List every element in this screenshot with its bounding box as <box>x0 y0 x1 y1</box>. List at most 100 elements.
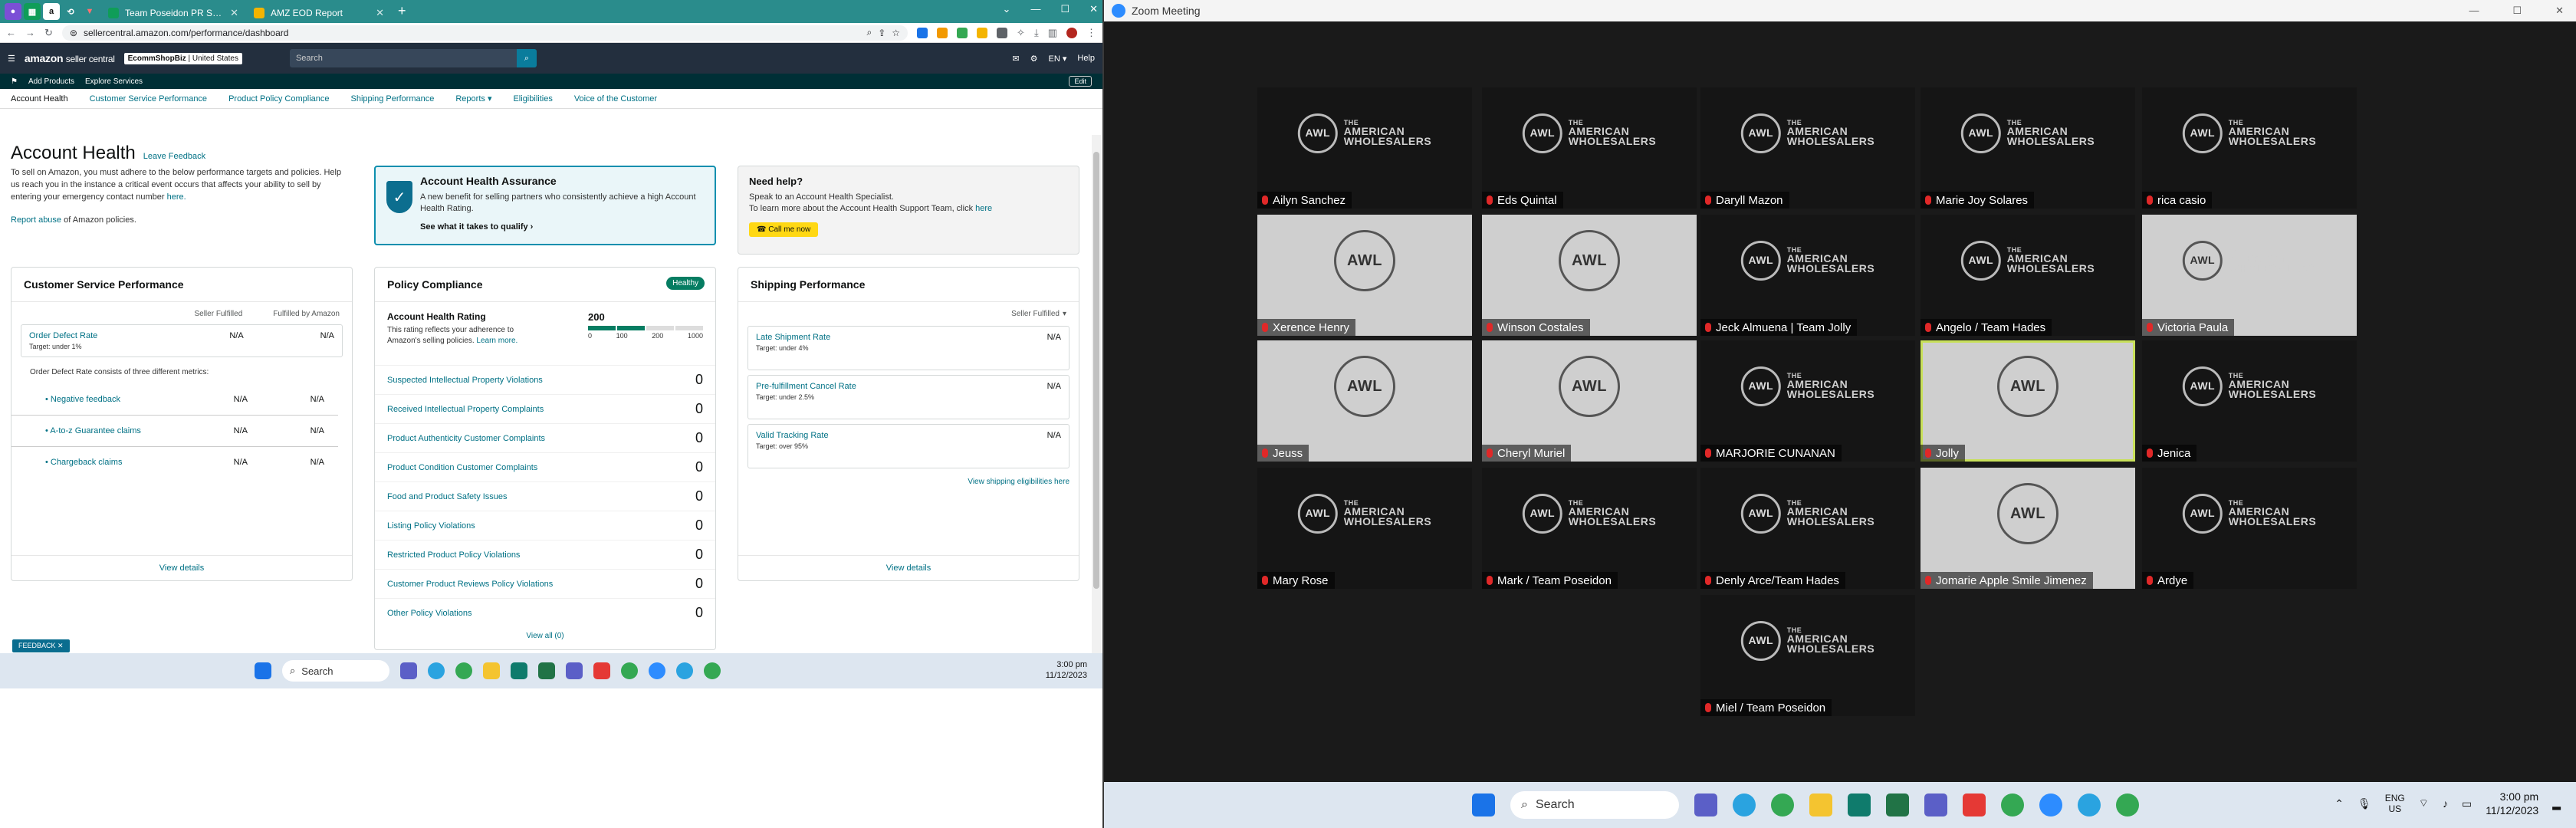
back-icon[interactable]: ← <box>6 27 16 38</box>
help-link[interactable]: Help <box>1077 54 1095 63</box>
app-icon[interactable] <box>593 662 610 679</box>
search-input[interactable]: Search ⌕ <box>289 49 537 67</box>
close-window-icon[interactable]: ✕ <box>1089 3 1098 15</box>
menu-icon[interactable]: ⋮ <box>1086 27 1096 39</box>
tab-shipping[interactable]: Shipping Performance <box>351 94 435 104</box>
file-explorer-icon[interactable] <box>1809 794 1832 816</box>
teams-icon[interactable] <box>566 662 583 679</box>
explore-services-link[interactable]: Explore Services <box>85 77 143 86</box>
add-products-link[interactable]: Add Products <box>28 77 74 86</box>
teams-icon[interactable] <box>1924 794 1947 816</box>
help-here-link[interactable]: here <box>975 204 992 213</box>
pre-fulfillment-cancel-rate-metric[interactable]: Pre-fulfillment Cancel Rate Target: under… <box>748 375 1070 419</box>
participant-tile[interactable]: AWL THE AMERICAN WHOLESALERS Miel / Team Pos… <box>1700 595 1915 716</box>
forward-icon[interactable]: → <box>25 27 35 38</box>
app-icon[interactable] <box>1886 794 1909 816</box>
search-icon[interactable]: ⌕ <box>516 49 537 67</box>
view-all-link[interactable]: View all (0) <box>375 627 715 645</box>
maximize-icon[interactable]: ☐ <box>1060 3 1070 15</box>
list-item-link[interactable]: • A-to-z Guarantee claims <box>45 426 171 435</box>
sheets-icon[interactable]: ▦ <box>24 3 41 20</box>
browser-tab-eod-report[interactable]: AMZ EOD Report ✕ <box>246 3 392 23</box>
gear-icon[interactable]: ⚙ <box>1030 54 1038 64</box>
chevron-up-icon[interactable]: ⌃ <box>2334 797 2344 810</box>
participant-tile[interactable]: AWL Jomarie Apple Smile Jimenez <box>1921 468 2135 589</box>
tab-product-policy[interactable]: Product Policy Compliance <box>228 94 329 104</box>
taskbar-search[interactable]: ⌕ Search <box>282 660 389 682</box>
mail-icon[interactable]: ✉ <box>1012 54 1019 64</box>
app-icon[interactable] <box>511 662 527 679</box>
violation-link[interactable]: Received Intellectual Property Complaint… <box>387 405 544 414</box>
minimize-icon[interactable]: — <box>2469 5 2479 17</box>
extension-icon[interactable] <box>937 27 948 38</box>
violation-link[interactable]: Other Policy Violations <box>387 609 472 618</box>
windows-start-icon[interactable] <box>255 662 271 679</box>
downloads-icon[interactable]: ⤓ <box>1034 27 1039 39</box>
participant-tile[interactable]: AWL THE AMERICAN WHOLESALERS Mark / Team Pos… <box>1482 468 1697 589</box>
minimize-icon[interactable]: — <box>1030 3 1040 15</box>
chrome-icon[interactable] <box>621 662 638 679</box>
order-defect-rate-metric[interactable]: Order Defect Rate Target: under 1% N/A N/A <box>21 324 343 357</box>
avatar[interactable] <box>1066 27 1077 38</box>
pinned-tab-icon[interactable]: ▼ <box>81 3 98 20</box>
violation-link[interactable]: Food and Product Safety Issues <box>387 492 508 501</box>
extensions-puzzle-icon[interactable]: ✧ <box>1017 27 1025 39</box>
participant-tile[interactable]: AWL THE AMERICAN WHOLESALERS MARJORIE CUNANA… <box>1700 340 1915 462</box>
participant-tile[interactable]: AWL THE AMERICAN WHOLESALERS Eds Quintal <box>1482 87 1697 209</box>
participant-tile[interactable]: AWL THE AMERICAN WHOLESALERS Angelo / Team H… <box>1921 215 2135 336</box>
tab-account-health[interactable]: Account Health <box>11 94 68 104</box>
chrome-icon[interactable] <box>1771 794 1794 816</box>
view-details-link[interactable]: View details <box>12 555 352 573</box>
share-icon[interactable]: ⇪ <box>878 28 886 38</box>
participant-tile[interactable]: AWL THE AMERICAN WHOLESALERS Daryll Mazon <box>1700 87 1915 209</box>
telegram-icon[interactable] <box>2078 794 2101 816</box>
hamburger-menu-icon[interactable]: ☰ <box>8 54 15 64</box>
list-item-link[interactable]: • Negative feedback <box>45 395 171 404</box>
notification-icon[interactable]: ▂ <box>2552 797 2561 810</box>
taskbar-clock[interactable]: 3:00 pm 11/12/2023 <box>2486 790 2538 817</box>
language-select[interactable]: EN ▾ <box>1049 54 1067 64</box>
participant-tile[interactable]: AWL THE AMERICAN WHOLESALERS Denly Arce/Team… <box>1700 468 1915 589</box>
edit-button[interactable]: Edit <box>1069 76 1092 87</box>
taskbar-clock[interactable]: 3:00 pm 11/12/2023 <box>1046 659 1087 682</box>
amazon-tab-icon[interactable]: a <box>43 3 60 20</box>
list-item-link[interactable]: • Chargeback claims <box>45 458 171 467</box>
telegram-icon[interactable] <box>1733 794 1756 816</box>
feedback-tab[interactable]: FEEDBACK ✕ <box>12 639 70 652</box>
violation-link[interactable]: Product Authenticity Customer Complaints <box>387 434 545 443</box>
call-me-now-button[interactable]: ☎ Call me now <box>749 222 819 237</box>
file-explorer-icon[interactable] <box>483 662 500 679</box>
aha-qualify-link[interactable]: See what it takes to qualify › <box>420 222 705 232</box>
telegram-icon[interactable] <box>428 662 445 679</box>
meet-icon[interactable] <box>400 662 417 679</box>
participant-tile[interactable]: AWL THE AMERICAN WHOLESALERS Marie Joy Solar… <box>1921 87 2135 209</box>
zoom-icon[interactable]: ⌕ <box>866 27 872 38</box>
participant-tile[interactable]: AWL THE AMERICAN WHOLESALERS Victoria Paula <box>2142 215 2357 336</box>
participant-tile[interactable]: AWL THE AMERICAN WHOLESALERS Ailyn Sanchez <box>1257 87 1472 209</box>
tab-search-icon[interactable]: ⌄ <box>1003 3 1011 15</box>
zoom-icon[interactable] <box>2039 794 2062 816</box>
profile-icon[interactable]: ● <box>5 3 21 20</box>
valid-tracking-rate-metric[interactable]: Valid Tracking Rate Target: over 95% N/A <box>748 424 1070 468</box>
site-info-icon[interactable]: ⊜ <box>70 28 77 38</box>
emergency-contact-link[interactable]: here. <box>167 192 186 202</box>
bookmark-icon[interactable]: ⚑ <box>11 77 18 86</box>
violation-link[interactable]: Customer Product Reviews Policy Violatio… <box>387 580 553 589</box>
violation-link[interactable]: Listing Policy Violations <box>387 521 475 531</box>
participant-tile[interactable]: AWL THE AMERICAN WHOLESALERS Jenica <box>2142 340 2357 462</box>
participant-tile[interactable]: AWL Jolly <box>1921 340 2135 462</box>
leave-feedback-link[interactable]: Leave Feedback <box>143 152 205 161</box>
reload-icon[interactable]: ↻ <box>44 27 53 39</box>
chrome-icon[interactable] <box>455 662 472 679</box>
taskbar-search[interactable]: ⌕ Search <box>1510 791 1679 819</box>
page-scrollbar[interactable] <box>1092 135 1101 653</box>
new-tab-icon[interactable]: + <box>398 3 406 19</box>
windows-start-icon[interactable] <box>1472 794 1495 816</box>
participant-tile[interactable]: AWL Winson Costales <box>1482 215 1697 336</box>
side-panel-icon[interactable]: ▥ <box>1048 27 1057 39</box>
extension-icon[interactable] <box>957 27 968 38</box>
meet-icon[interactable] <box>1694 794 1717 816</box>
participant-tile[interactable]: AWL Cheryl Muriel <box>1482 340 1697 462</box>
microphone-icon[interactable]: 🎙 <box>2358 797 2371 810</box>
back-history-icon[interactable]: ⟲ <box>62 3 79 20</box>
